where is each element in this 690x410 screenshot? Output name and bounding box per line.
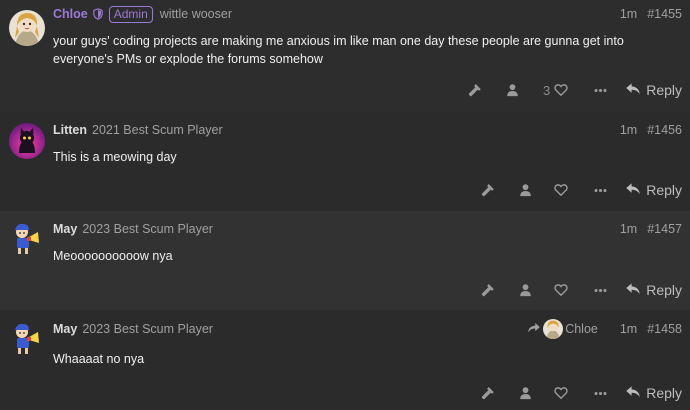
post-actions: Reply — [463, 280, 682, 300]
post-1458: May 2023 Best Scum Player Chloe 1m #1458… — [0, 310, 690, 410]
avatar[interactable] — [9, 221, 45, 257]
reply-button[interactable]: Reply — [625, 281, 682, 299]
user-icon[interactable] — [519, 183, 532, 197]
hammer-icon[interactable] — [481, 183, 495, 197]
hammer-icon[interactable] — [481, 386, 495, 400]
reply-to-avatar — [543, 319, 564, 339]
post-date[interactable]: 1m — [620, 222, 637, 236]
post-number[interactable]: #1458 — [647, 322, 682, 336]
heart-icon — [554, 83, 568, 97]
reply-button[interactable]: Reply — [625, 181, 682, 199]
post-body: your guys' coding projects are making me… — [53, 34, 624, 66]
reply-button[interactable]: Reply — [625, 81, 682, 99]
heart-icon — [554, 183, 568, 197]
reply-to-link[interactable]: Chloe — [527, 319, 598, 339]
post-actions: 3 Reply — [450, 80, 682, 100]
user-icon[interactable] — [506, 83, 519, 97]
user-icon[interactable] — [519, 283, 532, 297]
shield-icon — [93, 8, 103, 20]
post-number[interactable]: #1456 — [647, 123, 682, 137]
ellipsis-icon[interactable] — [594, 284, 607, 297]
reply-button[interactable]: Reply — [625, 384, 682, 402]
like-button[interactable] — [554, 283, 568, 297]
username[interactable]: Litten — [53, 123, 87, 137]
post-1457: May 2023 Best Scum Player 1m #1457 Meooo… — [0, 211, 690, 310]
post-1456: Litten 2021 Best Scum Player 1m #1456 Th… — [0, 112, 690, 211]
post-number[interactable]: #1455 — [647, 7, 682, 21]
reply-label: Reply — [646, 82, 682, 98]
username[interactable]: May — [53, 322, 77, 336]
hammer-icon[interactable] — [481, 283, 495, 297]
reply-to-username: Chloe — [565, 322, 598, 336]
post-body: This is a meowing day — [53, 150, 177, 164]
post-meta: May 2023 Best Scum Player Chloe 1m #1458 — [53, 319, 682, 339]
post-meta: Chloe Admin wittle wooser 1m #1455 — [53, 5, 682, 23]
user-title: 2023 Best Scum Player — [82, 222, 213, 236]
like-button[interactable]: 3 — [543, 83, 568, 98]
post-meta: May 2023 Best Scum Player 1m #1457 — [53, 220, 682, 238]
user-title: 2021 Best Scum Player — [92, 123, 223, 137]
post-date[interactable]: 1m — [620, 7, 637, 21]
username[interactable]: May — [53, 222, 77, 236]
reply-icon — [625, 181, 646, 199]
heart-icon — [554, 283, 568, 297]
post-date[interactable]: 1m — [620, 322, 637, 336]
post-actions: Reply — [463, 383, 682, 403]
reply-label: Reply — [646, 182, 682, 198]
reply-label: Reply — [646, 282, 682, 298]
reply-label: Reply — [646, 385, 682, 401]
user-title: wittle wooser — [159, 7, 232, 21]
hammer-icon[interactable] — [468, 83, 482, 97]
avatar[interactable] — [9, 321, 45, 357]
user-title: 2023 Best Scum Player — [82, 322, 213, 336]
like-count: 3 — [542, 82, 551, 98]
reply-icon — [625, 384, 646, 402]
ellipsis-icon[interactable] — [594, 84, 607, 97]
post-date[interactable]: 1m — [620, 123, 637, 137]
admin-badge: Admin — [108, 5, 153, 23]
like-button[interactable] — [554, 386, 568, 400]
post-body: Whaaaat no nya — [53, 352, 145, 366]
like-button[interactable] — [554, 183, 568, 197]
ellipsis-icon[interactable] — [594, 184, 607, 197]
post-number[interactable]: #1457 — [647, 222, 682, 236]
post-1455: Chloe Admin wittle wooser 1m #1455 your … — [0, 0, 690, 112]
ellipsis-icon[interactable] — [594, 387, 607, 400]
heart-icon — [554, 386, 568, 400]
post-meta: Litten 2021 Best Scum Player 1m #1456 — [53, 121, 682, 139]
username[interactable]: Chloe — [53, 7, 88, 21]
avatar[interactable] — [9, 10, 45, 46]
post-actions: Reply — [463, 180, 682, 200]
post-body: Meoooooooooow nya — [53, 249, 173, 263]
reply-to-arrow-icon — [527, 321, 541, 337]
user-icon[interactable] — [519, 386, 532, 400]
reply-icon — [625, 81, 646, 99]
avatar[interactable] — [9, 123, 45, 159]
reply-icon — [625, 281, 646, 299]
